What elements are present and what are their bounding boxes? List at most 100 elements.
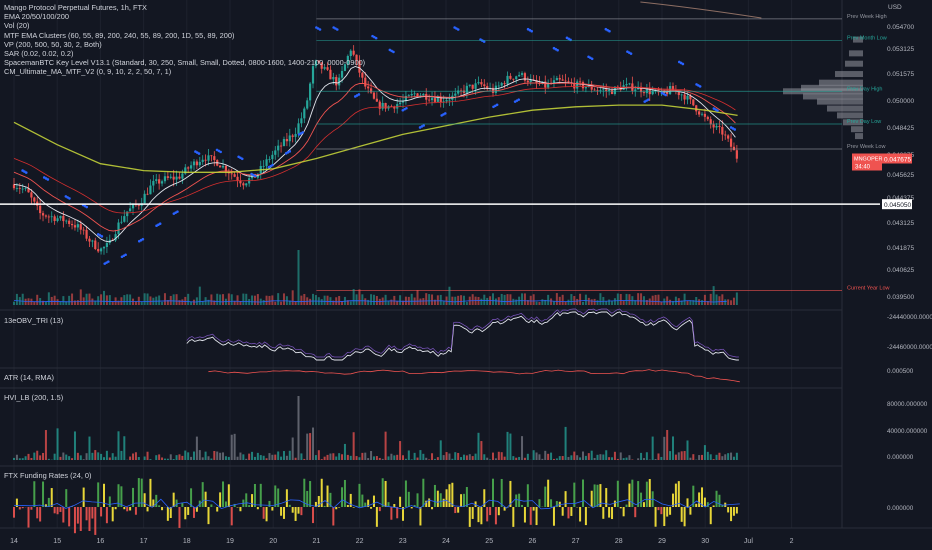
legend-key-level[interactable]: SpacemanBTC Key Level V13.1 (Standard, 3… — [4, 58, 365, 67]
volume-bar — [535, 301, 538, 305]
hvi-bar — [552, 458, 555, 460]
obv-pane[interactable] — [186, 308, 739, 361]
legend-vp[interactable]: VP (200, 500, 50, 30, 2, Both) — [4, 40, 365, 49]
volume-pane — [13, 250, 738, 305]
hvi-bar — [436, 457, 439, 460]
volume-bar — [648, 298, 651, 305]
hvi-bar — [396, 454, 399, 460]
volume-bar — [715, 294, 718, 305]
funding-bar — [526, 484, 529, 507]
volume-bar — [732, 297, 735, 305]
funding-bar — [161, 507, 164, 511]
ema-200-line — [13, 104, 738, 173]
candle-up — [599, 89, 602, 91]
volume-bar — [85, 293, 88, 305]
atr-pane[interactable] — [208, 369, 740, 383]
volume-bar — [422, 298, 425, 305]
time-tick-label: 15 — [53, 538, 61, 545]
sar-dot — [733, 128, 737, 131]
sar-dot — [556, 48, 559, 52]
volume-bar — [698, 299, 701, 305]
funding-pane[interactable] — [13, 478, 740, 535]
hvi-bar — [480, 441, 483, 460]
funding-bar — [535, 507, 538, 526]
hvi-bar — [413, 452, 416, 460]
volume-bar — [256, 294, 259, 305]
hvi-bar — [207, 456, 210, 460]
candle-up — [192, 161, 196, 166]
hvi-bar — [550, 452, 553, 460]
funding-bar — [309, 481, 312, 507]
funding-bar — [120, 486, 123, 507]
funding-bar — [280, 507, 283, 516]
candle-up — [448, 99, 451, 101]
hvi-bar — [39, 455, 42, 460]
funding-bar — [50, 488, 53, 507]
hvi-bar — [442, 455, 445, 460]
candle-down — [581, 82, 585, 89]
hvi-bar — [677, 452, 680, 460]
volume-profile-bar — [835, 71, 863, 78]
volume-bar — [140, 301, 143, 305]
hvi-bar — [642, 458, 645, 460]
funding-bar — [94, 507, 97, 535]
hvi-bar — [732, 456, 735, 460]
hvi-bar — [143, 456, 146, 460]
volume-bar — [573, 296, 576, 305]
funding-bar — [581, 479, 584, 507]
time-tick-label: 23 — [399, 538, 407, 545]
candle-down — [33, 197, 36, 202]
hvi-bar — [65, 454, 68, 460]
atr-pane-label[interactable]: ATR (14, RMA) — [4, 373, 54, 382]
hvi-bar — [532, 450, 535, 460]
hvi-bar — [355, 456, 358, 460]
hvi-bar — [619, 452, 622, 460]
hvi-bar — [567, 456, 570, 460]
volume-bar — [62, 296, 65, 305]
funding-pane-label[interactable]: FTX Funding Rates (24, 0) — [4, 471, 92, 480]
time-axis[interactable]: 14 15 16 17 18 19 20 21 22 23 24 25 26 27 28 29 30 Jul 2 — [10, 538, 794, 545]
funding-bar — [184, 507, 187, 520]
volume-bar — [358, 289, 361, 305]
candle-down — [523, 73, 527, 81]
hvi-bar — [134, 452, 137, 460]
legend-sar[interactable]: SAR (0.02, 0.02, 0.2) — [4, 49, 365, 58]
hvi-bar — [613, 451, 616, 460]
hvi-bar — [114, 456, 117, 460]
funding-bar — [262, 507, 265, 519]
candle-down — [233, 174, 236, 177]
legend-title[interactable]: Mango Protocol Perpetual Futures, 1h, FT… — [4, 3, 365, 12]
hvi-bar — [393, 455, 396, 460]
funding-bar — [732, 507, 735, 516]
hvi-pane[interactable] — [13, 396, 738, 460]
candle-down — [195, 161, 198, 166]
funding-bar — [625, 504, 628, 507]
hvi-bar — [251, 451, 254, 460]
volume-bar — [335, 297, 338, 305]
volume-bar — [271, 295, 274, 305]
legend-ema[interactable]: EMA 20/50/100/200 — [4, 12, 365, 21]
hvi-bar — [169, 454, 172, 460]
hvi-bar — [622, 458, 625, 460]
funding-bar — [323, 505, 326, 507]
volume-bar — [515, 299, 518, 305]
funding-bar — [268, 500, 271, 507]
obv-pane-label[interactable]: 13eOBV_TRI (13) — [4, 316, 63, 325]
hvi-bar — [204, 451, 207, 460]
legend-cm-ma[interactable]: CM_Ultimate_MA_MTF_V2 (0, 9, 10, 2, 2, 5… — [4, 67, 365, 76]
candle-down — [439, 97, 442, 103]
candle-down — [378, 101, 381, 109]
hvi-bar — [445, 452, 448, 460]
volume-bar — [309, 298, 312, 305]
time-tick-label: 28 — [615, 538, 623, 545]
hvi-bar — [486, 457, 489, 460]
funding-bar — [407, 491, 410, 507]
hvi-bar — [233, 433, 236, 460]
legend-mtf-ema[interactable]: MTF EMA Clusters (60, 55, 89, 200, 240, … — [4, 31, 365, 40]
price-tick-label: 0.051575 — [887, 71, 914, 78]
legend-vol[interactable]: Vol (20) — [4, 21, 365, 30]
funding-bar — [439, 493, 442, 507]
candle-down — [97, 249, 100, 252]
candle-down — [471, 84, 474, 89]
hvi-pane-label[interactable]: HVI_LB (200, 1.5) — [4, 393, 63, 402]
